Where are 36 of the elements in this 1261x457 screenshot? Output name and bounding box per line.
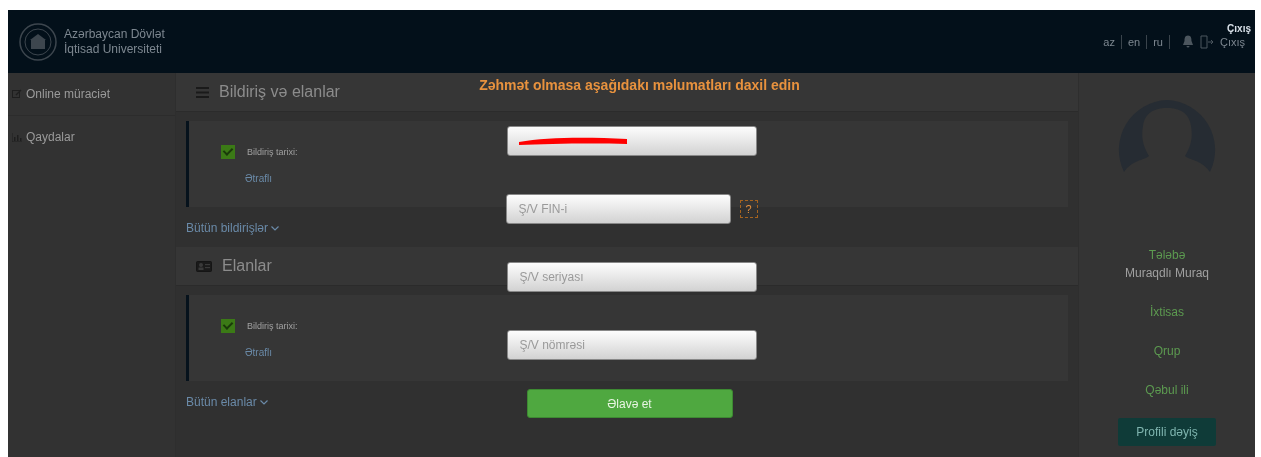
- id-card-icon: [196, 260, 212, 272]
- language-link[interactable]: en: [1127, 35, 1141, 48]
- logo-title: Azərbaycan Dövlət: [64, 26, 165, 42]
- sidebar-item[interactable]: Online müraciət: [8, 73, 175, 116]
- sidebar-item[interactable]: Qaydalar: [8, 116, 175, 158]
- show-all-link[interactable]: Bütün bildirişlər: [186, 221, 269, 235]
- profile-field: İxtisas: [1150, 305, 1184, 319]
- language-link[interactable]: ru: [1153, 35, 1163, 48]
- logo-subtitle: İqtisad Universiteti: [64, 41, 164, 57]
- submit-button[interactable]: Əlavə et: [526, 389, 733, 418]
- show-all-link[interactable]: Bütün elanlar: [186, 395, 257, 409]
- bell-icon[interactable]: [1181, 35, 1194, 48]
- profile-field: Qəbul ili: [1145, 383, 1189, 397]
- details-link[interactable]: Ətraflı: [245, 172, 1068, 184]
- chevron-down-icon[interactable]: [259, 399, 268, 405]
- language-link[interactable]: az: [1103, 35, 1115, 48]
- exit-tooltip-label: Çıxış: [1227, 22, 1251, 34]
- input-field[interactable]: Ş/V nömrəsi: [506, 330, 757, 360]
- modal-title: Zəhmət olmasa aşağıdakı məlumatları daxil edin: [479, 77, 800, 93]
- input-field[interactable]: [506, 126, 757, 156]
- university-logo-icon: [18, 21, 58, 62]
- exit-icon[interactable]: [1199, 34, 1214, 49]
- notice-date-label: Bildiriş tarixi:: [247, 320, 298, 331]
- notice-date-label: Bildiriş tarixi:: [247, 146, 298, 157]
- input-field[interactable]: Ş/V seriyası: [506, 262, 757, 292]
- help-icon[interactable]: ?: [739, 200, 758, 218]
- exit-link[interactable]: Çıxış: [1219, 35, 1245, 48]
- profile-name: Muraqdlı Muraq: [1124, 266, 1209, 280]
- input-field[interactable]: Ş/V FIN-i: [505, 194, 731, 224]
- chevron-down-icon[interactable]: [271, 225, 280, 231]
- profile-role: Tələbə: [1148, 248, 1186, 262]
- menu-icon: [196, 86, 209, 98]
- section-title: Bildiriş və elanlar: [219, 83, 340, 101]
- edit-profile-button[interactable]: Profili dəyiş: [1118, 418, 1216, 446]
- profile-field: Qrup: [1153, 344, 1181, 358]
- section-title: Elanlar: [222, 257, 272, 275]
